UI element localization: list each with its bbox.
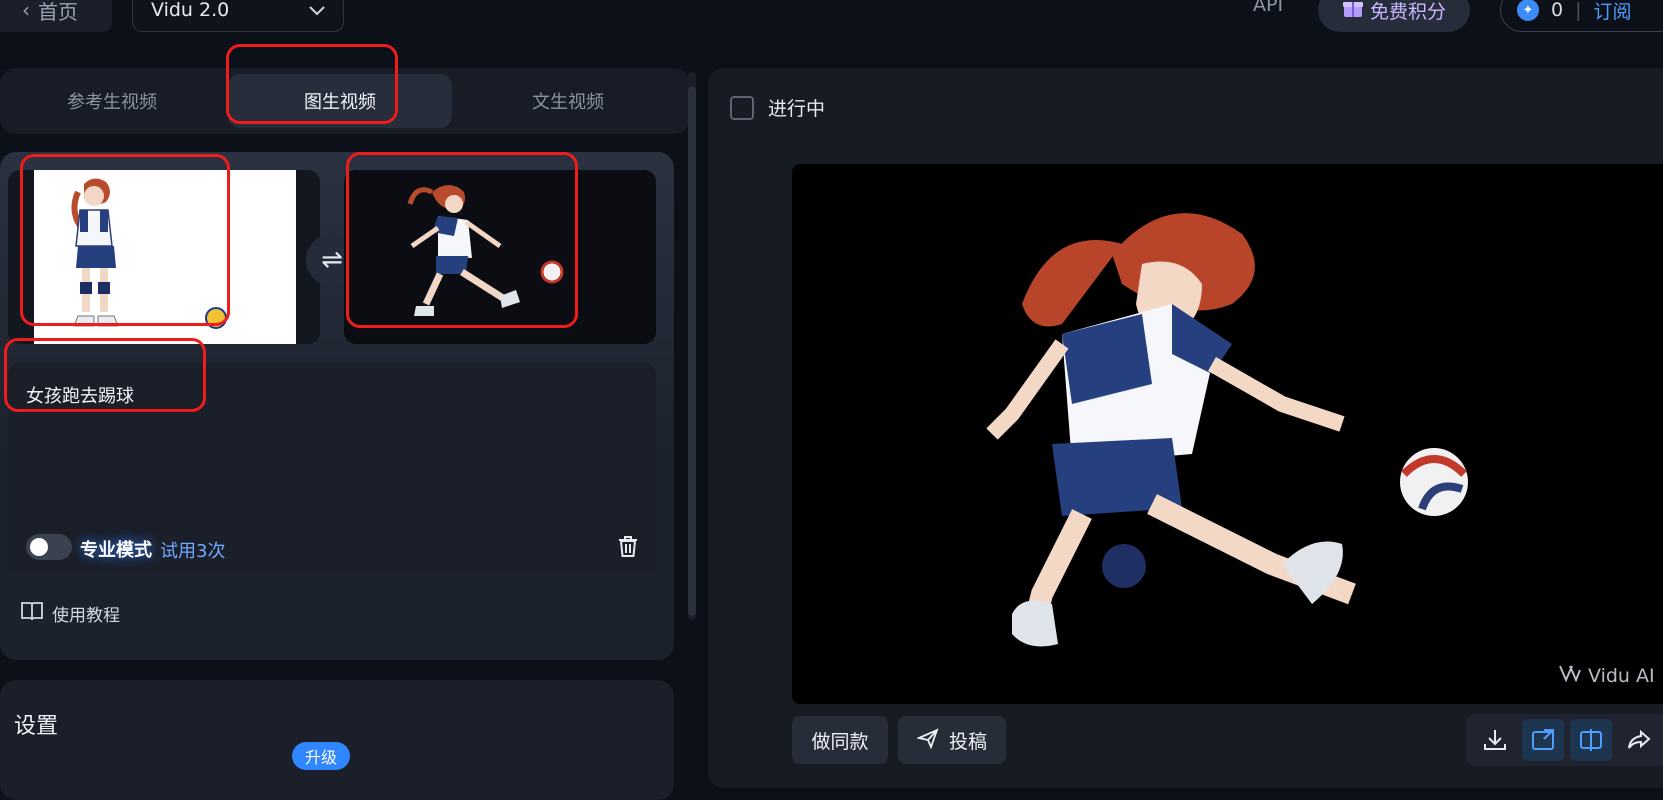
- credit-icon: ✦: [1517, 0, 1539, 21]
- prompt-input[interactable]: 女孩跑去踢球 专业模式 试用3次: [8, 362, 656, 572]
- subscribe-link[interactable]: 订阅: [1594, 0, 1632, 24]
- start-frame-slot[interactable]: [8, 170, 320, 344]
- video-frame: [986, 213, 1468, 647]
- submit-post-button[interactable]: 投稿: [898, 716, 1006, 764]
- mode-tabs: 参考生视频 图生视频 文生视频: [0, 68, 690, 134]
- toggle-knob: [30, 538, 48, 556]
- end-frame-image: [344, 170, 656, 344]
- in-progress-filter[interactable]: 进行中: [730, 94, 825, 121]
- home-label: 首页: [38, 0, 78, 24]
- download-icon[interactable]: [1474, 719, 1516, 761]
- send-icon: [916, 727, 939, 754]
- book-icon: [20, 600, 44, 627]
- api-link[interactable]: API: [1253, 0, 1283, 16]
- scrollbar-thumb[interactable]: [688, 86, 696, 616]
- expand-icon[interactable]: [1522, 719, 1564, 761]
- watermark-text: Vidu AI: [1588, 664, 1655, 687]
- in-progress-checkbox[interactable]: [730, 95, 754, 120]
- submit-label: 投稿: [948, 730, 987, 753]
- tab-text-to-video[interactable]: 文生视频: [456, 74, 680, 128]
- upgrade-badge[interactable]: 升级: [292, 742, 350, 770]
- divider: |: [1575, 0, 1582, 21]
- home-back-button[interactable]: ‹ 首页: [0, 0, 112, 32]
- tutorial-label: 使用教程: [52, 606, 120, 626]
- trash-icon[interactable]: [614, 532, 642, 560]
- top-bar: ‹ 首页 Vidu 2.0 API 免费积分 ✦ 0 | 订阅: [0, 0, 1663, 40]
- tab-image-to-video[interactable]: 图生视频: [228, 74, 452, 128]
- share-icon[interactable]: [1618, 719, 1660, 761]
- left-panel: 参考生视频 图生视频 文生视频 ⇌ 女孩跑去踢球 专业模式 试用3次 使用教程 …: [0, 68, 690, 800]
- settings-card: 设置 升级: [0, 680, 674, 800]
- tutorial-link[interactable]: 使用教程: [20, 600, 120, 627]
- results-panel: 进行中 Vidu AI 做同款 投稿: [708, 68, 1663, 788]
- chevron-left-icon: ‹: [22, 0, 30, 22]
- model-select[interactable]: Vidu 2.0: [132, 0, 344, 32]
- free-points-button[interactable]: 免费积分: [1318, 0, 1470, 32]
- chevron-down-icon: [309, 0, 325, 21]
- compare-icon[interactable]: [1570, 719, 1612, 761]
- same-style-label: 做同款: [811, 730, 869, 753]
- tab-reference-video[interactable]: 参考生视频: [0, 74, 224, 128]
- gift-icon: [1342, 0, 1364, 24]
- vidu-logo-icon: [1558, 664, 1582, 687]
- model-name: Vidu 2.0: [151, 0, 230, 21]
- credits-value: 0: [1551, 0, 1564, 21]
- pro-mode-toggle[interactable]: [26, 534, 72, 560]
- in-progress-label: 进行中: [768, 98, 826, 120]
- left-scrollbar[interactable]: [688, 72, 696, 620]
- start-frame-image: [34, 170, 296, 344]
- trial-count-label: 试用3次: [160, 541, 226, 562]
- prompt-text: 女孩跑去踢球: [26, 386, 134, 407]
- video-toolbar: [1466, 714, 1663, 766]
- credits-pill[interactable]: ✦ 0 | 订阅: [1500, 0, 1663, 32]
- pro-mode-label: 专业模式: [80, 540, 152, 561]
- swap-icon: ⇌: [321, 245, 343, 275]
- input-card: ⇌ 女孩跑去踢球 专业模式 试用3次 使用教程: [0, 152, 674, 660]
- generated-video[interactable]: Vidu AI: [792, 164, 1663, 704]
- settings-title: 设置: [14, 714, 59, 739]
- same-style-button[interactable]: 做同款: [792, 716, 888, 764]
- video-watermark: Vidu AI: [1558, 664, 1655, 687]
- free-points-label: 免费积分: [1369, 0, 1446, 23]
- end-frame-slot[interactable]: [344, 170, 656, 344]
